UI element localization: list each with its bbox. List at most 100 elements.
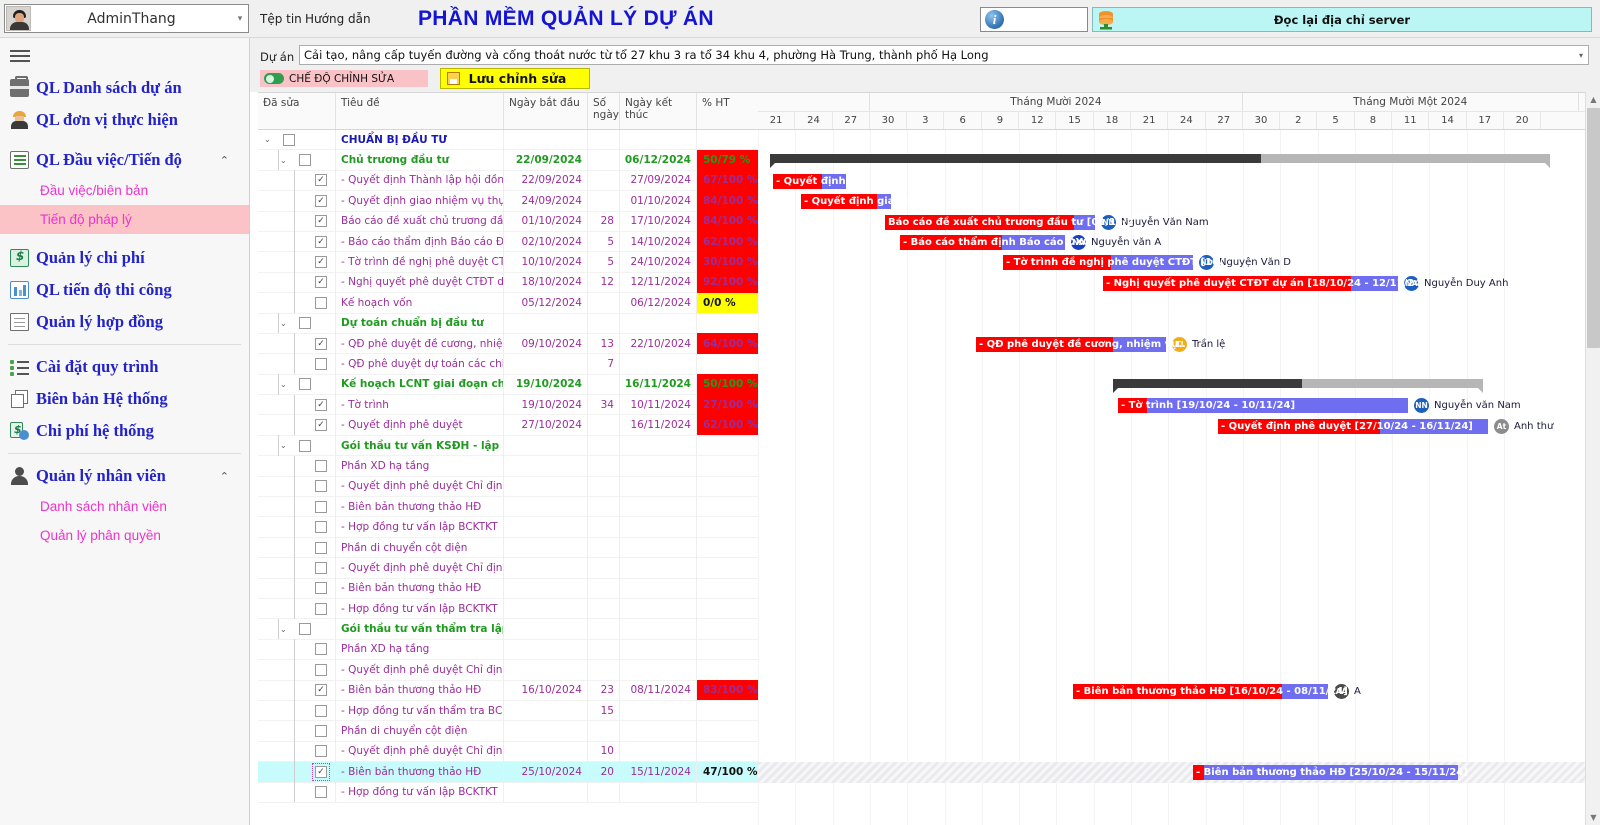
- row-title-cell[interactable]: - Quyết định phê duyệt Chỉ định thầu: [336, 741, 504, 762]
- row-start-date-cell[interactable]: 22/09/2024: [504, 170, 588, 191]
- row-days-cell[interactable]: [588, 374, 620, 395]
- row-end-date-cell[interactable]: 16/11/2024: [620, 374, 697, 395]
- row-days-cell[interactable]: 12: [588, 272, 620, 293]
- sidebar-subitem-tasks-minutes[interactable]: Đầu việc/biên bản: [0, 176, 249, 205]
- row-checkbox[interactable]: [315, 357, 327, 370]
- row-title-cell[interactable]: Phần di chuyển cột điện: [336, 537, 504, 558]
- row-checkbox[interactable]: ✓: [315, 215, 327, 228]
- row-title-cell[interactable]: - Biên bản thương thảo HĐ: [336, 680, 504, 701]
- row-start-date-cell[interactable]: 24/09/2024: [504, 190, 588, 212]
- row-percent-cell[interactable]: 64/100 %: [697, 333, 758, 354]
- table-row[interactable]: ✓ - Quyết định phê duyệt 27/10/2024 16/11/2…: [258, 414, 758, 436]
- row-start-date-cell[interactable]: [504, 516, 588, 538]
- row-end-date-cell[interactable]: [620, 496, 697, 517]
- table-row[interactable]: - Quyết định phê duyệt Chỉ định thầu 10: [258, 741, 758, 763]
- table-row[interactable]: Phần XD hạ tầng: [258, 639, 758, 661]
- row-title-cell[interactable]: - Biên bản thương thảo HĐ: [336, 496, 504, 517]
- row-checkbox[interactable]: [315, 521, 327, 534]
- gantt-task-bar[interactable]: - Báo cáo thẩm định Báo cáo ĐXC: [900, 235, 1090, 250]
- row-days-cell[interactable]: [588, 496, 620, 517]
- column-header-title[interactable]: Tiêu đề: [336, 93, 504, 129]
- table-row[interactable]: ✓ - QĐ phê duyệt đề cương, nhiệm vụ…09/1…: [258, 333, 758, 355]
- row-edited-cell[interactable]: ⌄: [258, 313, 336, 334]
- row-start-date-cell[interactable]: [504, 700, 588, 721]
- row-percent-cell[interactable]: [697, 476, 758, 496]
- row-days-cell[interactable]: 23: [588, 680, 620, 701]
- row-percent-cell[interactable]: [697, 313, 758, 333]
- row-days-cell[interactable]: [588, 455, 620, 477]
- row-percent-cell[interactable]: 92/100 %: [697, 272, 758, 293]
- tree-expand-chevron-icon[interactable]: ⌄: [280, 156, 287, 165]
- table-row[interactable]: ✓ - Biên bản thương thảo HĐ 16/10/2024 23 0…: [258, 680, 758, 701]
- row-percent-cell[interactable]: 27/100 %: [697, 394, 758, 415]
- row-end-date-cell[interactable]: 22/10/2024: [620, 333, 697, 354]
- row-edited-cell[interactable]: ✓: [258, 680, 336, 701]
- row-percent-cell[interactable]: [697, 578, 758, 598]
- row-days-cell[interactable]: [588, 476, 620, 497]
- row-title-cell[interactable]: Kế hoạch LCNT giai đoạn chuẩn …: [336, 374, 504, 395]
- gantt-task-bar[interactable]: - Quyết định phê duyệt [27/10/24 - 16/11…: [1218, 418, 1488, 434]
- row-percent-cell[interactable]: 67/100 %: [697, 170, 758, 191]
- row-days-cell[interactable]: [588, 435, 620, 456]
- hamburger-menu-icon[interactable]: [10, 50, 30, 62]
- row-title-cell[interactable]: - Báo cáo thẩm định Báo cáo ĐXCTĐT: [336, 231, 504, 252]
- row-days-cell[interactable]: [588, 598, 620, 619]
- row-end-date-cell[interactable]: 15/11/2024: [620, 761, 697, 782]
- sidebar-item-contract-management[interactable]: Quản lý hợp đồng: [0, 306, 249, 338]
- gantt-task-bar[interactable]: Báo cáo đề xuất chủ trương đầu tư [01/10…: [885, 214, 1133, 230]
- row-checkbox[interactable]: ✓: [315, 419, 327, 432]
- row-end-date-cell[interactable]: [620, 598, 697, 619]
- chevron-down-icon[interactable]: ▾: [1579, 51, 1583, 60]
- row-percent-cell[interactable]: 62/100 %: [697, 414, 758, 436]
- row-days-cell[interactable]: [588, 313, 620, 334]
- row-days-cell[interactable]: [588, 578, 620, 599]
- row-start-date-cell[interactable]: 05/12/2024: [504, 292, 588, 314]
- row-percent-cell[interactable]: [697, 497, 758, 517]
- row-title-cell[interactable]: Gói thầu tư vấn KSĐH - lập BCK…: [336, 435, 504, 456]
- row-end-date-cell[interactable]: [620, 435, 697, 456]
- row-end-date-cell[interactable]: 08/11/2024: [620, 680, 697, 701]
- gantt-summary-bar[interactable]: [770, 154, 1550, 169]
- row-title-cell[interactable]: - Quyết định Thành lập hội đồng thẩ…: [336, 170, 504, 191]
- sidebar-item-tasks-progress[interactable]: QL Đầu việc/Tiến độ ⌃: [0, 144, 249, 176]
- row-start-date-cell[interactable]: [504, 618, 588, 640]
- row-percent-cell[interactable]: [697, 558, 758, 578]
- row-percent-cell[interactable]: [697, 782, 758, 802]
- row-start-date-cell[interactable]: [504, 578, 588, 599]
- row-edited-cell[interactable]: ⌄: [258, 618, 336, 640]
- row-title-cell[interactable]: Dự toán chuẩn bị đầu tư: [336, 313, 504, 334]
- row-start-date-cell[interactable]: 22/09/2024: [504, 149, 588, 171]
- row-edited-cell[interactable]: ✓: [258, 333, 336, 354]
- row-edited-cell[interactable]: [258, 455, 336, 477]
- row-start-date-cell[interactable]: [504, 455, 588, 477]
- row-checkbox[interactable]: [315, 561, 327, 574]
- row-edited-cell[interactable]: ✓: [258, 394, 336, 415]
- row-percent-cell[interactable]: [697, 456, 758, 476]
- row-percent-cell[interactable]: [697, 537, 758, 557]
- table-row[interactable]: Phần XD hạ tầng: [258, 455, 758, 477]
- gantt-task-bar[interactable]: - Quyết định T: [773, 173, 856, 189]
- row-days-cell[interactable]: [588, 537, 620, 558]
- table-row[interactable]: ✓ - Nghị quyết phê duyệt CTĐT dự án18/10…: [258, 272, 758, 294]
- table-row[interactable]: Phần di chuyển cột điện: [258, 720, 758, 742]
- project-select[interactable]: Cải tạo, nâng cấp tuyến đường và cống th…: [299, 45, 1589, 65]
- row-percent-cell[interactable]: [697, 598, 758, 618]
- menu-guide[interactable]: Hướng dẫn: [305, 12, 371, 26]
- row-title-cell[interactable]: - Tờ trình đề nghị phê duyệt CTĐT: [336, 251, 504, 273]
- sidebar-item-system-minutes[interactable]: Biên bản Hệ thống: [0, 383, 249, 415]
- row-edited-cell[interactable]: [258, 578, 336, 599]
- scroll-up-icon[interactable]: ▲: [1586, 92, 1600, 107]
- row-end-date-cell[interactable]: [620, 720, 697, 742]
- gantt-task-bar[interactable]: - Tờ trình đề nghị phê duyệt CTĐT [10/: [1003, 255, 1223, 271]
- row-percent-cell[interactable]: 84/100 %: [697, 190, 758, 212]
- table-row[interactable]: ✓ - Quyết định Thành lập hội đồng thẩ…22…: [258, 170, 758, 192]
- gantt-task-bar[interactable]: - Biên bản thương thảo HĐ [16/10/24 - 08…: [1073, 683, 1348, 699]
- row-title-cell[interactable]: - Hợp đồng tư vấn lập BCKTKT: [336, 516, 504, 538]
- row-start-date-cell[interactable]: [504, 639, 588, 660]
- row-title-cell[interactable]: - QĐ phê duyệt dự toán các chi phí …: [336, 353, 504, 375]
- row-checkbox[interactable]: ✓: [315, 174, 327, 187]
- row-days-cell[interactable]: [588, 782, 620, 803]
- row-percent-cell[interactable]: 62/100 %: [697, 231, 758, 252]
- row-title-cell[interactable]: CHUẨN BỊ ĐẦU TƯ: [336, 129, 504, 150]
- table-row[interactable]: ⌄ Gói thầu tư vấn thẩm tra lập BC…: [258, 618, 758, 640]
